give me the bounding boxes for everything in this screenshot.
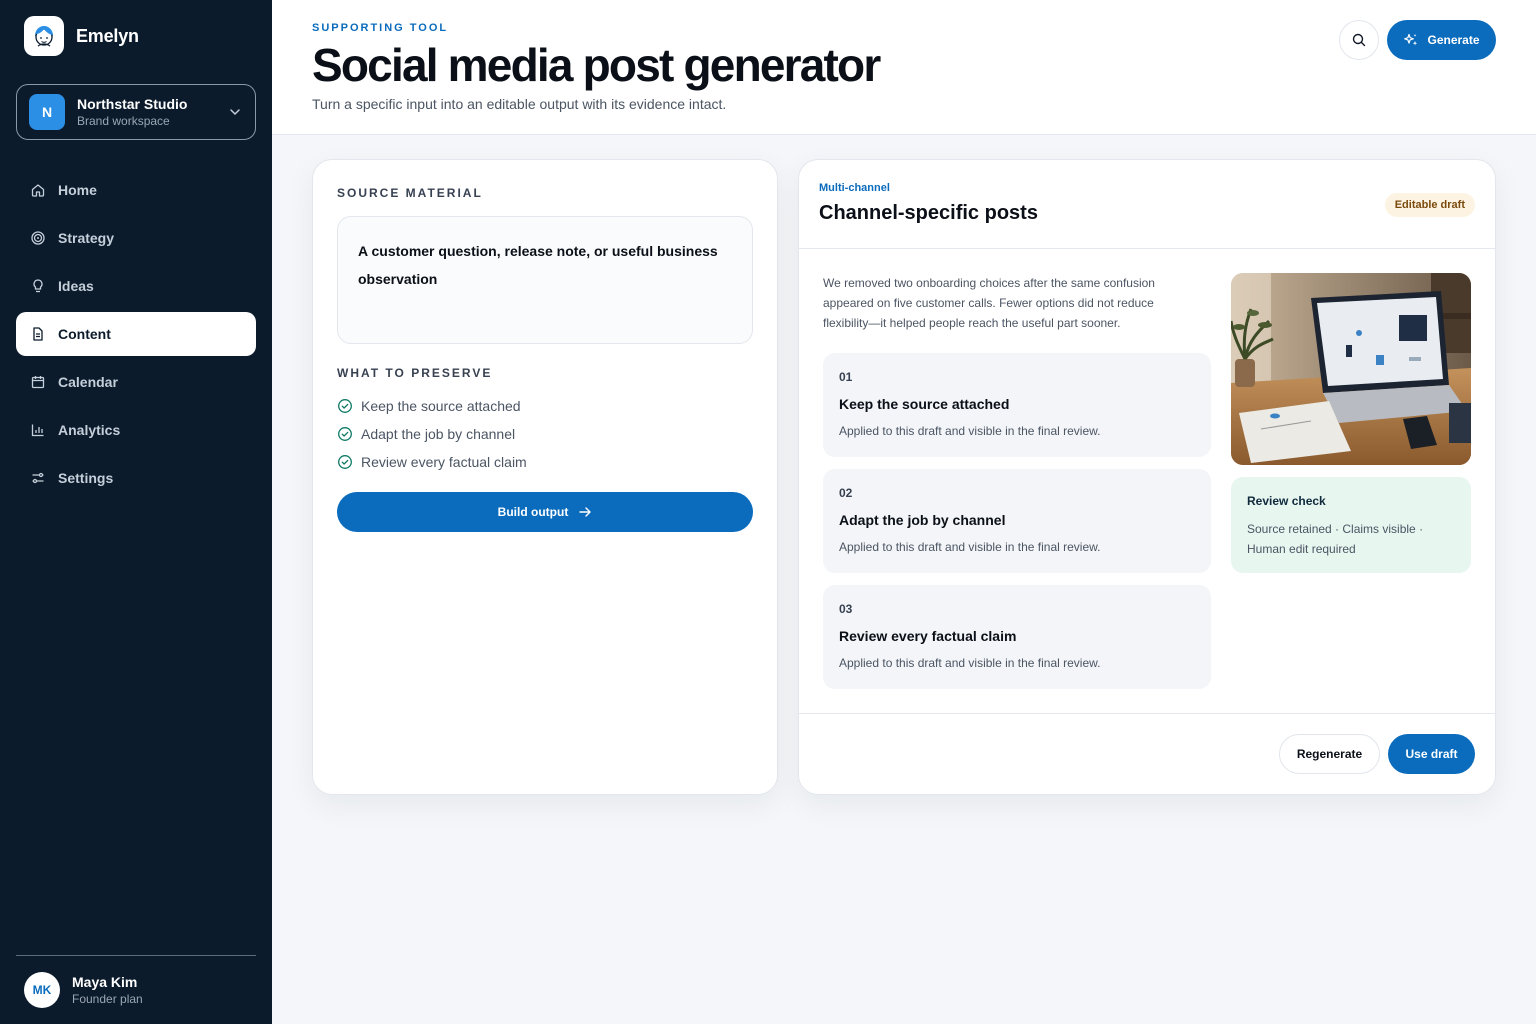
sidebar-item-content[interactable]: Content	[16, 312, 256, 356]
preserve-item-label: Keep the source attached	[361, 398, 521, 414]
review-check-description: Source retained · Claims visible · Human…	[1247, 522, 1424, 556]
home-icon	[31, 184, 45, 197]
use-draft-button[interactable]: Use draft	[1388, 734, 1475, 774]
target-icon	[31, 231, 45, 245]
review-check-panel: Review check Source retained · Claims vi…	[1231, 477, 1471, 573]
step-title: Review every factual claim	[839, 628, 1017, 644]
check-circle-icon	[338, 399, 352, 413]
preserve-item: Adapt the job by channel	[337, 420, 527, 448]
step-description: Applied to this draft and visible in the…	[839, 540, 1101, 554]
regenerate-button[interactable]: Regenerate	[1279, 734, 1380, 774]
step-number: 02	[839, 486, 853, 500]
page-title: Social media post generator	[312, 39, 881, 91]
sidebar-item-ideas[interactable]: Ideas	[16, 264, 256, 308]
page-header: SUPPORTING TOOL Social media post genera…	[272, 0, 1536, 135]
generate-label: Generate	[1427, 33, 1480, 47]
preserve-label: WHAT TO PRESERVE	[337, 366, 493, 380]
sidebar-item-label: Content	[58, 326, 111, 342]
step-card: 03 Review every factual claim Applied to…	[823, 585, 1211, 689]
divider	[799, 713, 1495, 714]
preserve-item-label: Adapt the job by channel	[361, 426, 516, 442]
sidebar-item-label: Home	[58, 182, 97, 198]
brand-name: Emelyn	[76, 25, 139, 46]
step-number: 01	[839, 370, 853, 384]
workspace-name: Northstar Studio	[77, 96, 188, 112]
user-plan: Founder plan	[72, 992, 143, 1006]
brand[interactable]: Emelyn	[24, 16, 139, 56]
source-input[interactable]: A customer question, release note, or us…	[337, 216, 753, 344]
build-output-label: Build output	[497, 505, 569, 519]
sidebar-item-label: Calendar	[58, 374, 118, 390]
user-name: Maya Kim	[72, 974, 138, 990]
chevron-down-icon	[230, 109, 240, 116]
step-description: Applied to this draft and visible in the…	[839, 424, 1101, 438]
search-icon	[1352, 33, 1366, 47]
step-description: Applied to this draft and visible in the…	[839, 656, 1101, 670]
workspace-avatar: N	[29, 94, 65, 130]
arrow-right-icon	[579, 507, 592, 517]
lightbulb-icon	[33, 279, 43, 293]
document-icon	[33, 327, 43, 341]
output-title: Channel-specific posts	[819, 202, 1038, 224]
build-output-button[interactable]: Build output	[337, 492, 753, 532]
status-badge: Editable draft	[1384, 193, 1475, 217]
sidebar-item-label: Settings	[58, 470, 114, 486]
preserve-item: Keep the source attached	[337, 392, 527, 420]
search-button[interactable]	[1339, 20, 1379, 60]
workspace-switcher[interactable]: N Northstar Studio Brand workspace	[16, 84, 256, 140]
draft-text[interactable]: We removed two onboarding choices after …	[823, 273, 1193, 333]
page-eyebrow: SUPPORTING TOOL	[312, 22, 449, 34]
sidebar-divider	[16, 955, 256, 956]
review-check-title: Review check	[1247, 494, 1326, 508]
sidebar-nav: Home Strategy Ideas Content Calendar Ana…	[16, 168, 256, 504]
sidebar-item-label: Strategy	[58, 230, 115, 246]
sidebar: Emelyn N Northstar Studio Brand workspac…	[0, 0, 272, 1024]
generate-button[interactable]: Generate	[1387, 20, 1496, 60]
workspace-subtitle: Brand workspace	[77, 114, 170, 128]
sidebar-item-label: Ideas	[58, 278, 94, 294]
sidebar-item-settings[interactable]: Settings	[16, 456, 256, 500]
sidebar-item-strategy[interactable]: Strategy	[16, 216, 256, 260]
user-profile[interactable]: MK Maya Kim Founder plan	[24, 972, 143, 1008]
sidebar-item-label: Analytics	[58, 422, 121, 438]
step-card: 02 Adapt the job by channel Applied to t…	[823, 469, 1211, 573]
sidebar-item-home[interactable]: Home	[16, 168, 256, 212]
step-number: 03	[839, 602, 853, 616]
sparkles-icon	[1404, 33, 1418, 46]
step-card: 01 Keep the source attached Applied to t…	[823, 353, 1211, 457]
source-card: SOURCE MATERIAL A customer question, rel…	[312, 159, 778, 795]
avatar: MK	[24, 972, 60, 1008]
brand-logo-icon	[24, 16, 64, 56]
preserve-item: Review every factual claim	[337, 448, 527, 476]
laptop-desk-photo	[1231, 273, 1471, 465]
bar-chart-icon	[31, 424, 44, 437]
page-subtitle: Turn a specific input into an editable o…	[312, 96, 727, 112]
calendar-icon	[31, 376, 45, 389]
source-material-label: SOURCE MATERIAL	[337, 186, 483, 200]
output-card: Multi-channel Channel-specific posts Edi…	[798, 159, 1496, 795]
divider	[799, 248, 1495, 249]
output-eyebrow: Multi-channel	[819, 182, 890, 194]
step-title: Keep the source attached	[839, 396, 1010, 412]
sidebar-item-analytics[interactable]: Analytics	[16, 408, 256, 452]
step-title: Adapt the job by channel	[839, 512, 1006, 528]
preserve-item-label: Review every factual claim	[361, 454, 527, 470]
check-circle-icon	[338, 455, 352, 469]
sliders-icon	[32, 472, 44, 484]
preserve-list: Keep the source attached Adapt the job b…	[337, 392, 527, 476]
sidebar-item-calendar[interactable]: Calendar	[16, 360, 256, 404]
check-circle-icon	[338, 427, 352, 441]
